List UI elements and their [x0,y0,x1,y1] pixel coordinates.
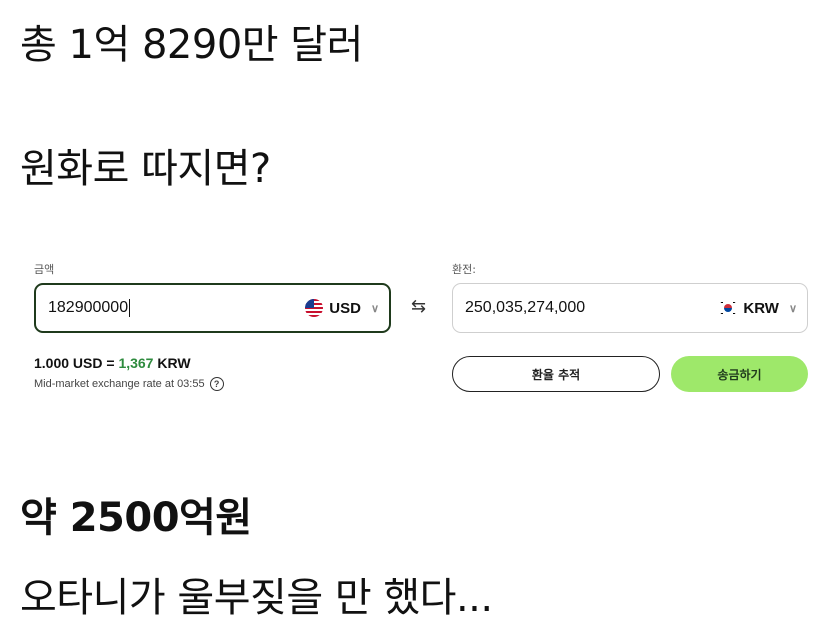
amount-value[interactable]: 182900000 [48,299,128,316]
rate-suffix: KRW [153,355,191,371]
rate-prefix: 1.000 USD = [34,355,119,371]
amount-label: 금액 [34,263,55,276]
rate-value: 1,367 [118,355,154,371]
headline-question: 원화로 따지면? [20,146,271,192]
converted-output[interactable]: 250,035,274,000 KRW ∨ [452,283,808,333]
headline-comment: 오타니가 울부짖을 만 했다... [20,575,493,621]
from-currency-select[interactable]: USD ∨ [305,299,379,317]
question-circle-icon[interactable]: ? [209,377,224,391]
us-flag-icon [305,299,324,317]
chevron-down-icon: ∨ [370,302,379,315]
currency-converter: 금액 환전: 182900000 USD ∨ ⇆ 250,035,274,000 [33,255,813,405]
mid-market-note: Mid-market exchange rate at 03:55 ? [34,377,224,391]
track-rate-button[interactable]: 환율 추적 [452,356,660,392]
amount-input[interactable]: 182900000 USD ∨ [34,283,391,333]
swap-arrows-icon[interactable]: ⇆ [411,296,426,317]
headline-total: 총 1억 8290만 달러 [20,22,363,68]
from-currency-code: USD [329,299,361,317]
converted-value: 250,035,274,000 [465,299,586,316]
to-currency-select[interactable]: KRW ∨ [719,299,797,317]
to-currency-code: KRW [743,299,779,317]
exchange-rate: 1.000 USD = 1,367 KRW [34,355,191,371]
converted-label: 환전: [452,263,476,276]
mid-market-text: Mid-market exchange rate at 03:55 [34,378,205,390]
text-caret [129,298,131,317]
headline-answer: 약 2500억원 [20,495,252,541]
chevron-down-icon: ∨ [788,302,797,315]
send-money-button[interactable]: 송금하기 [671,356,808,392]
kr-flag-icon [719,299,738,317]
